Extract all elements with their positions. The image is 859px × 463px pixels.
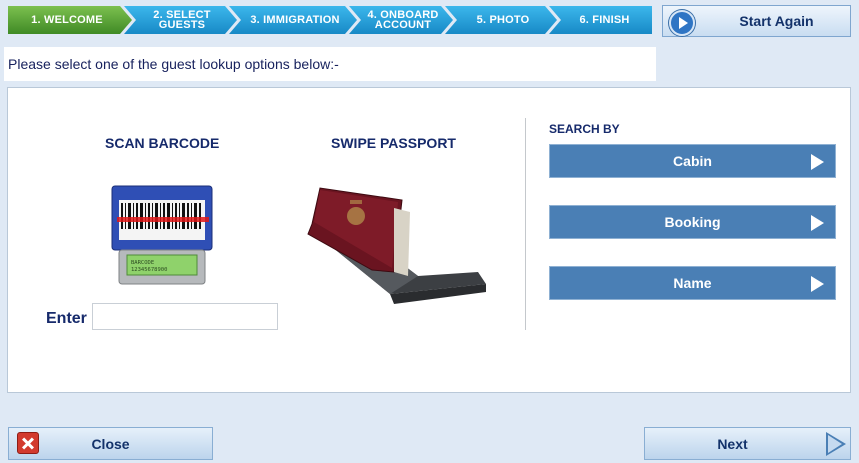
search-option-label: Cabin	[673, 153, 712, 169]
wizard-step-finish: 6. Finish	[557, 6, 652, 34]
wizard-step-select-guests: 2. Select Guests	[132, 6, 232, 34]
search-by-name-button[interactable]: Name	[549, 266, 836, 300]
barcode-text-line2: 12345678900	[131, 267, 167, 273]
search-option-label: Booking	[664, 214, 721, 230]
wizard-step-immigration: 3. Immigration	[237, 6, 353, 34]
wizard-step-welcome: 1. Welcome	[8, 6, 126, 34]
swipe-passport-heading: SWIPE PASSPORT	[331, 135, 456, 151]
barcode-scanner-icon: BARCODE 12345678900	[111, 185, 213, 285]
arrow-right-icon	[811, 154, 824, 170]
play-icon	[669, 10, 695, 36]
arrow-right-icon	[811, 276, 824, 292]
arrow-right-icon	[811, 215, 824, 231]
wizard-progress: 1. Welcome 2. Select Guests 3. Immigrati…	[8, 6, 652, 34]
next-button[interactable]: Next	[644, 427, 851, 460]
wizard-step-label: 6. Finish	[579, 14, 630, 26]
instruction-text: Please select one of the guest lookup op…	[4, 47, 656, 81]
scan-barcode-heading: SCAN BARCODE	[105, 135, 220, 151]
barcode-text-line1: BARCODE	[131, 260, 154, 266]
start-again-button[interactable]: Start Again	[662, 5, 851, 37]
wizard-step-label: 3. Immigration	[250, 14, 340, 26]
search-by-booking-button[interactable]: Booking	[549, 205, 836, 239]
search-by-cabin-button[interactable]: Cabin	[549, 144, 836, 178]
wizard-step-label-line2: Guests	[158, 19, 206, 31]
wizard-step-photo: 5. Photo	[453, 6, 553, 34]
close-button[interactable]: Close	[8, 427, 213, 460]
enter-label: Enter	[46, 310, 87, 327]
next-arrow-icon	[826, 432, 846, 456]
wizard-step-label-line2: Account	[374, 19, 432, 31]
passport-reader-icon	[307, 187, 486, 304]
lookup-panel: SCAN BARCODE SWIPE PASSPORT SEARCH BY BA…	[7, 87, 851, 393]
section-divider	[525, 118, 526, 330]
next-label: Next	[717, 435, 748, 452]
close-label: Close	[91, 435, 130, 452]
wizard-step-label: 5. Photo	[476, 14, 530, 26]
wizard-step-label: 1. Welcome	[31, 14, 103, 26]
search-by-heading: SEARCH BY	[549, 122, 620, 136]
instruction-label: Please select one of the guest lookup op…	[8, 56, 339, 72]
barcode-entry-field[interactable]	[92, 303, 278, 330]
wizard-step-onboard-account: 4. Onboard Account	[357, 6, 449, 34]
search-option-label: Name	[673, 275, 712, 291]
start-again-label: Start Again	[739, 13, 814, 29]
